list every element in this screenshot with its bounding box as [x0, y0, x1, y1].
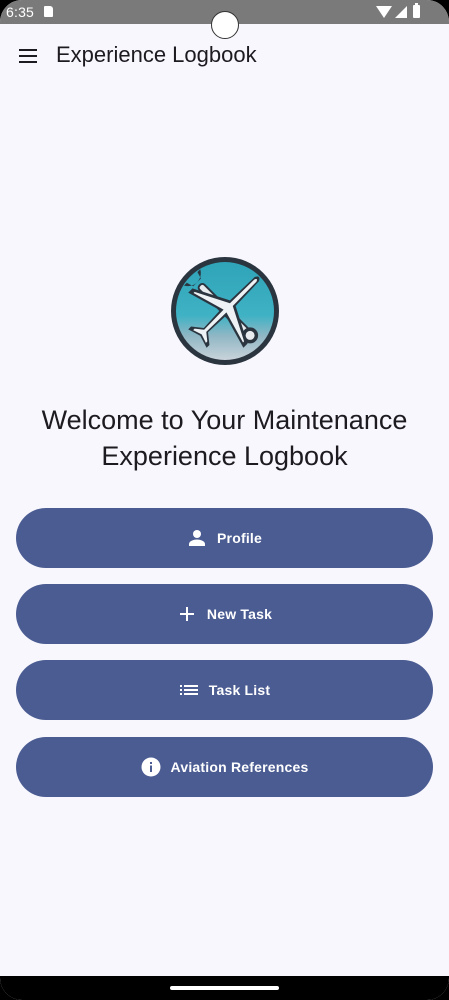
- new-task-button[interactable]: New Task: [16, 584, 433, 644]
- status-time: 6:35: [6, 4, 35, 20]
- battery-icon: [413, 3, 420, 18]
- front-camera-cutout: [211, 11, 239, 39]
- welcome-heading: Welcome to Your Maintenance Experience L…: [0, 402, 449, 474]
- system-navigation-bar: [0, 976, 449, 1000]
- plus-icon: [179, 607, 194, 621]
- aviation-references-button[interactable]: Aviation References: [16, 737, 433, 797]
- page-title: Experience Logbook: [56, 42, 257, 67]
- task-list-button-label: Task List: [208, 682, 271, 698]
- profile-button[interactable]: Profile: [16, 508, 433, 568]
- sd-card-icon: [44, 6, 53, 17]
- welcome-line-2: Experience Logbook: [101, 441, 348, 471]
- new-task-button-label: New Task: [206, 606, 273, 622]
- profile-button-label: Profile: [217, 530, 262, 546]
- list-icon: [179, 685, 198, 695]
- signal-icon: [395, 6, 407, 18]
- wifi-icon: [376, 6, 392, 18]
- menu-icon[interactable]: [14, 40, 42, 72]
- app-screen: 6:35 Experience Logbook Welcome to Your …: [0, 0, 449, 1000]
- airplane-wrench-logo: [171, 257, 279, 365]
- task-list-button[interactable]: Task List: [16, 660, 433, 720]
- aviation-references-button-label: Aviation References: [170, 759, 309, 775]
- person-icon: [189, 530, 206, 546]
- home-gesture-handle[interactable]: [170, 986, 279, 990]
- welcome-line-1: Welcome to Your Maintenance: [41, 405, 408, 435]
- info-icon: [141, 757, 161, 777]
